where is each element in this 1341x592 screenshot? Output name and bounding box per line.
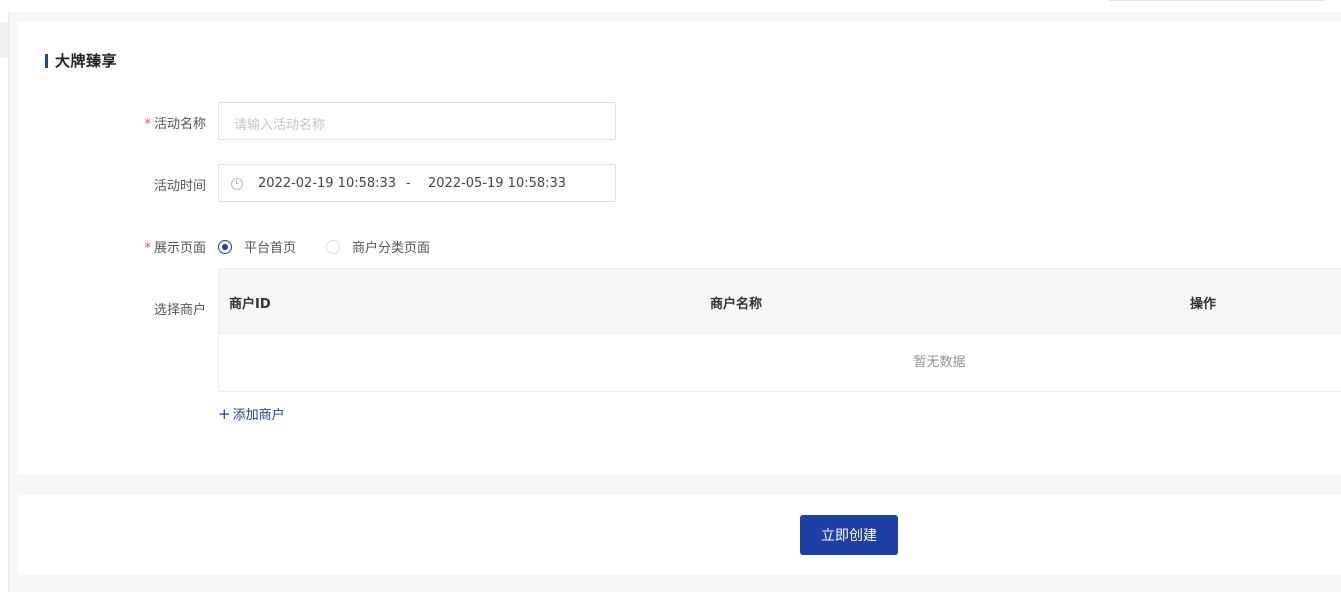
- footer-bar: 立即创建: [18, 495, 1341, 575]
- column-merchant-name: 商户名称: [710, 297, 763, 312]
- activity-time-picker[interactable]: 2022-02-19 10:58:33 - 2022-05-19 10:58:3…: [218, 164, 616, 202]
- clock-icon: [231, 178, 243, 190]
- create-now-button[interactable]: 立即创建: [800, 515, 898, 555]
- radio-unchecked-icon[interactable]: [326, 239, 341, 254]
- table-empty-text: 暂无数据: [913, 355, 966, 370]
- column-actions: 操作: [1190, 297, 1217, 312]
- add-merchant-link[interactable]: + 添加商户: [218, 404, 285, 424]
- column-merchant-id: 商户ID: [229, 297, 271, 312]
- radio-checked-icon[interactable]: [218, 239, 232, 254]
- required-mark: *: [144, 117, 151, 132]
- activity-name-input[interactable]: 请输入活动名称: [218, 102, 616, 140]
- side-rail-active-marker: [0, 22, 8, 58]
- form-card: 大牌臻享 * 活动名称 请输入活动名称 活动时间 2022-02-19 10:58…: [18, 22, 1341, 474]
- activity-time-label: 活动时间: [153, 179, 206, 194]
- side-rail: [0, 0, 9, 592]
- end-time[interactable]: 2022-05-19 10:58:33: [428, 176, 566, 191]
- section-title: 大牌臻享: [55, 52, 118, 70]
- range-separator: -: [406, 176, 411, 191]
- plus-icon: +: [218, 404, 231, 423]
- top-strip: [8, 0, 1341, 12]
- table-header: 商户ID 商户名称 操作: [219, 269, 1341, 334]
- activity-name-placeholder: 请输入活动名称: [234, 118, 326, 133]
- select-merchant-label: 选择商户: [153, 303, 206, 318]
- activity-name-label: * 活动名称: [144, 117, 206, 132]
- required-mark: *: [144, 241, 151, 256]
- radio-merchant-category[interactable]: 商户分类页面: [326, 237, 430, 256]
- display-page-label: * 展示页面: [144, 241, 206, 256]
- merchant-table: 商户ID 商户名称 操作 暂无数据: [218, 268, 1341, 392]
- section-header: 大牌臻享: [45, 50, 117, 71]
- display-page-radio-group: 平台首页 商户分类页面: [218, 237, 460, 256]
- top-tab-edge: [1109, 0, 1325, 1]
- radio-platform-home[interactable]: 平台首页: [218, 237, 296, 256]
- start-time[interactable]: 2022-02-19 10:58:33: [258, 176, 396, 191]
- section-accent-bar: [45, 53, 48, 68]
